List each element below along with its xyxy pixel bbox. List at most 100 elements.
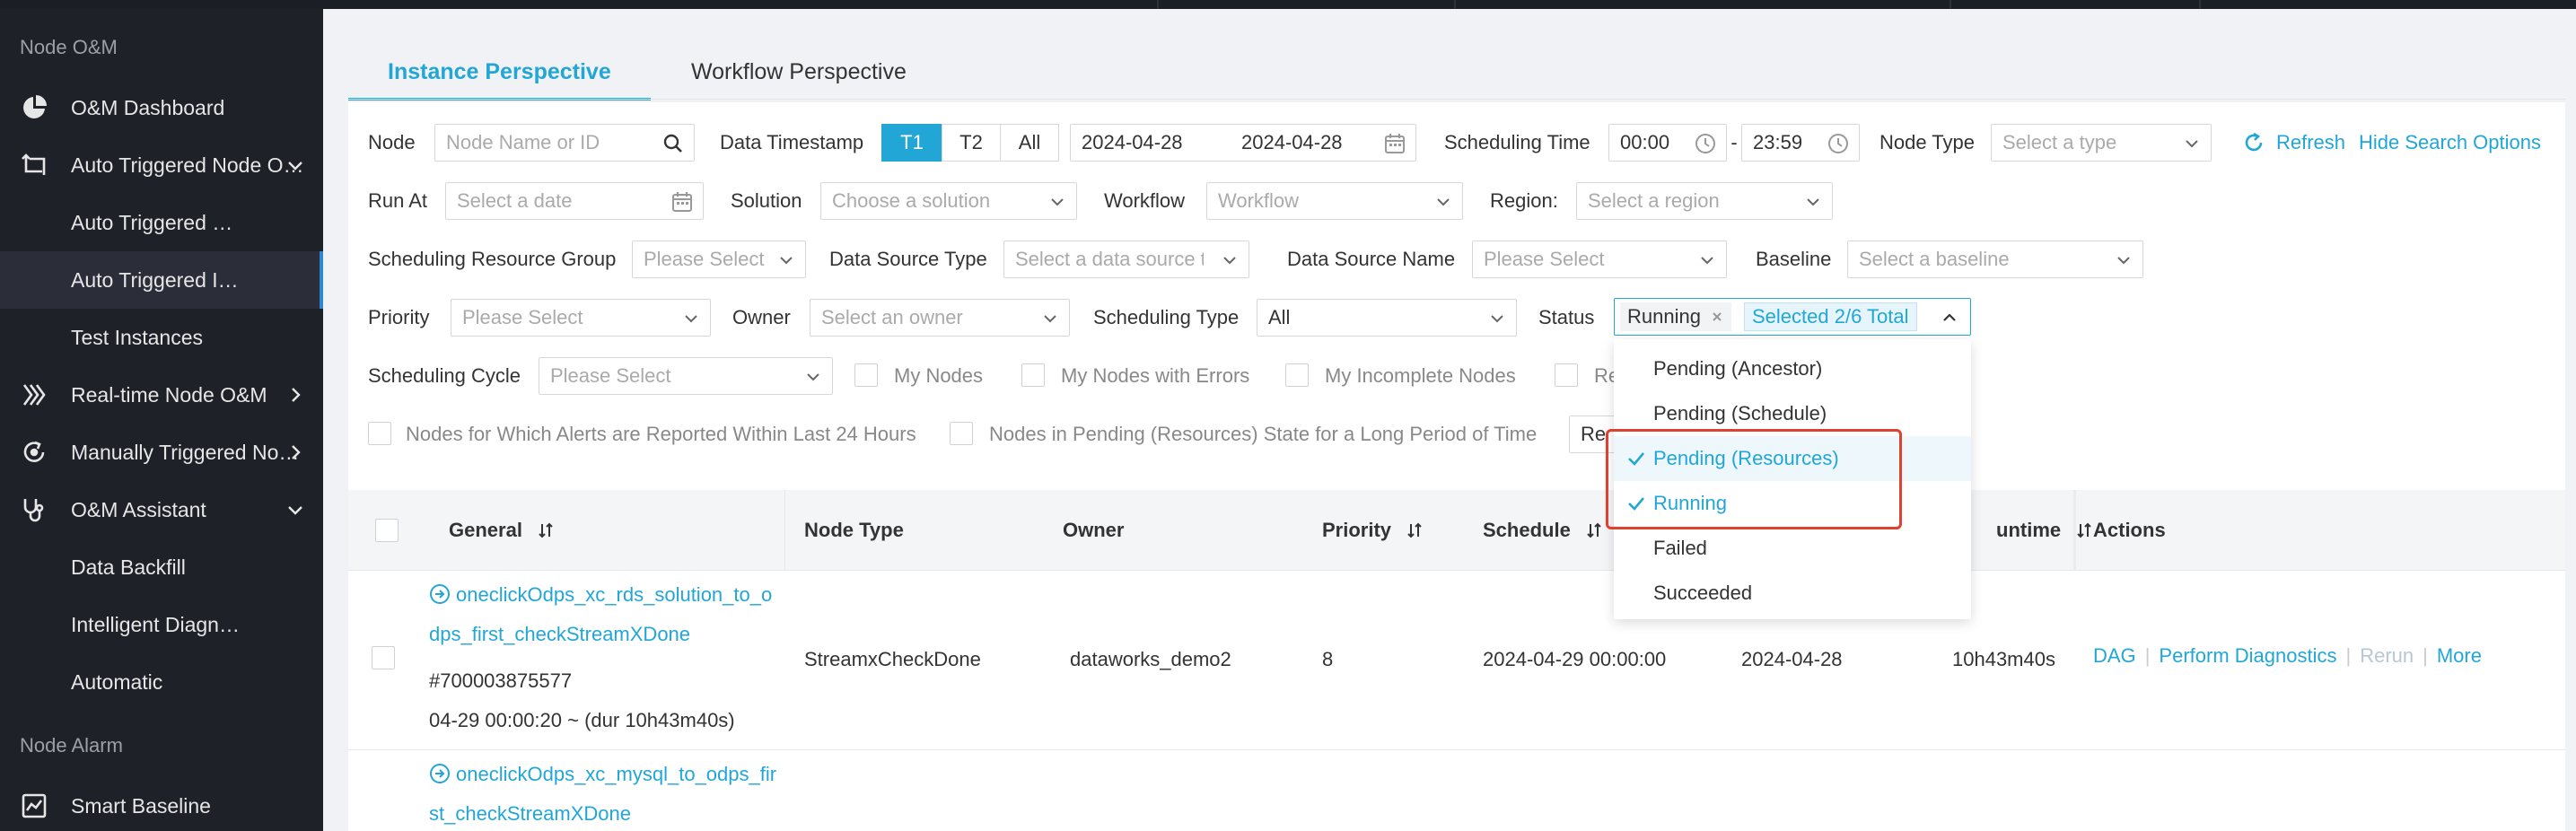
chevron-down-icon bbox=[1223, 257, 1236, 265]
column-priority[interactable]: Priority bbox=[1322, 519, 1424, 542]
column-schedule[interactable]: Schedule bbox=[1483, 519, 1603, 542]
run-at-date-picker[interactable]: Select a date bbox=[445, 182, 704, 220]
clock-icon bbox=[1695, 134, 1715, 153]
priority-label: Priority bbox=[368, 306, 430, 328]
status-option-failed[interactable]: Failed bbox=[1614, 526, 1971, 571]
instance-name-link[interactable]: oneclickOdps_xc_mysql_to_odps_fir bbox=[456, 763, 776, 786]
sidebar-item-intelligent-diagnosis[interactable]: Intelligent Diagn… bbox=[0, 596, 323, 653]
status-tag-running[interactable]: Running bbox=[1620, 302, 1731, 331]
scheduling-cycle-select[interactable]: Please Select bbox=[539, 357, 833, 395]
node-type-cell: StreamxCheckDone bbox=[804, 648, 981, 670]
sort-icon[interactable] bbox=[1406, 521, 1424, 539]
status-option-running[interactable]: Running bbox=[1614, 481, 1971, 526]
data-source-name-label: Data Source Name bbox=[1287, 248, 1456, 270]
region-select[interactable]: Select a region bbox=[1576, 182, 1833, 220]
instance-name-link-cont[interactable]: st_checkStreamXDone bbox=[429, 802, 631, 826]
owner-select[interactable]: Select an owner bbox=[810, 299, 1070, 337]
tab-instance-perspective[interactable]: Instance Perspective bbox=[348, 43, 651, 101]
sort-icon[interactable] bbox=[2075, 521, 2093, 539]
t1-toggle[interactable]: T1 bbox=[881, 124, 942, 162]
data-source-type-select[interactable]: Select a data source typ bbox=[1003, 241, 1249, 278]
sidebar-item-manually-triggered[interactable]: Manually Triggered No… bbox=[0, 424, 323, 481]
column-owner[interactable]: Owner bbox=[1063, 519, 1124, 542]
chevron-right-icon bbox=[292, 388, 301, 402]
owner-label: Owner bbox=[732, 306, 791, 328]
sidebar-item-data-backfill[interactable]: Data Backfill bbox=[0, 538, 323, 596]
data-source-name-select[interactable]: Please Select bbox=[1472, 241, 1727, 278]
sidebar-item-auto-triggered-nodes[interactable]: Auto Triggered … bbox=[0, 194, 323, 251]
scheduling-type-label: Scheduling Type bbox=[1093, 306, 1240, 328]
time-end-input[interactable]: 23:59 bbox=[1741, 124, 1860, 162]
priority-select[interactable]: Please Select bbox=[451, 299, 711, 337]
sort-icon[interactable] bbox=[537, 521, 555, 539]
status-option-label: Pending (Ancestor) bbox=[1653, 357, 1823, 380]
alerts-24h-label: Nodes for Which Alerts are Reported With… bbox=[406, 423, 916, 445]
table-header: General Node Type Owner Priority Schedul… bbox=[348, 490, 2565, 571]
sidebar-item-auto-triggered-node-om[interactable]: Auto Triggered Node O… bbox=[0, 136, 323, 194]
sidebar-item-label: Data Backfill bbox=[71, 555, 186, 579]
sidebar-item-test-instances[interactable]: Test Instances bbox=[0, 309, 323, 366]
row-checkbox[interactable] bbox=[372, 646, 395, 669]
sidebar-item-label: O&M Dashboard bbox=[71, 95, 225, 119]
my-nodes-checkbox[interactable] bbox=[854, 363, 878, 387]
my-incomplete-nodes-label: My Incomplete Nodes bbox=[1325, 364, 1516, 387]
status-option-pending-resources[interactable]: Pending (Resources) bbox=[1614, 436, 1971, 481]
scheduling-resource-group-select[interactable]: Please Select bbox=[632, 241, 806, 278]
instance-name-link-cont[interactable]: dps_first_checkStreamXDone bbox=[429, 623, 690, 646]
pending-long-checkbox[interactable] bbox=[950, 422, 973, 445]
run-at-placeholder: Select a date bbox=[457, 189, 573, 212]
status-selected-count: Selected 2/6 Total bbox=[1744, 302, 1917, 331]
more-link[interactable]: More bbox=[2437, 644, 2482, 667]
my-nodes-errors-checkbox[interactable] bbox=[1021, 363, 1045, 387]
workflow-label: Workflow bbox=[1104, 189, 1186, 212]
chevron-down-icon bbox=[1701, 257, 1713, 265]
top-bar-divider bbox=[1157, 0, 1159, 9]
column-node-type[interactable]: Node Type bbox=[804, 519, 904, 542]
close-icon[interactable] bbox=[1710, 310, 1724, 324]
chevron-up-icon bbox=[1943, 313, 1956, 321]
column-runtime[interactable]: untime bbox=[1996, 519, 2093, 542]
all-toggle[interactable]: All bbox=[1000, 124, 1059, 162]
sidebar-item-realtime-node-om[interactable]: Real-time Node O&M bbox=[0, 366, 323, 424]
re-checkbox[interactable] bbox=[1555, 363, 1578, 387]
refresh-icon[interactable] bbox=[2242, 131, 2265, 154]
date-end: 2024-04-28 bbox=[1241, 131, 1343, 153]
status-option-pending-schedule[interactable]: Pending (Schedule) bbox=[1614, 391, 1971, 436]
sidebar-item-label: Real-time Node O&M bbox=[71, 382, 267, 407]
sidebar-item-auto-triggered-instances[interactable]: Auto Triggered I… bbox=[0, 251, 323, 309]
perform-diagnostics-link[interactable]: Perform Diagnostics bbox=[2159, 644, 2336, 667]
status-option-pending-ancestor[interactable]: Pending (Ancestor) bbox=[1614, 346, 1971, 391]
column-general[interactable]: General bbox=[449, 519, 555, 542]
top-bar bbox=[0, 0, 2576, 9]
scheduling-type-select[interactable]: All bbox=[1257, 299, 1517, 337]
sidebar-item-om-dashboard[interactable]: O&M Dashboard bbox=[0, 79, 323, 136]
date-range-picker[interactable]: 2024-04-28 2024-04-28 bbox=[1070, 124, 1416, 162]
sort-icon[interactable] bbox=[1585, 521, 1603, 539]
tab-workflow-perspective[interactable]: Workflow Perspective bbox=[691, 43, 907, 101]
my-nodes-label: My Nodes bbox=[894, 364, 984, 387]
select-all-checkbox[interactable] bbox=[375, 519, 399, 542]
line-chart-icon bbox=[20, 792, 48, 820]
t2-toggle[interactable]: T2 bbox=[942, 124, 1001, 162]
hide-search-options-link[interactable]: Hide Search Options bbox=[2359, 131, 2541, 154]
dag-link[interactable]: DAG bbox=[2093, 644, 2136, 667]
workflow-select[interactable]: Workflow bbox=[1206, 182, 1463, 220]
node-type-select[interactable]: Select a type bbox=[1991, 124, 2212, 162]
stethoscope-icon bbox=[20, 495, 48, 524]
time-start-input[interactable]: 00:00 bbox=[1608, 124, 1727, 162]
instance-name-link[interactable]: oneclickOdps_xc_rds_solution_to_o bbox=[456, 583, 772, 607]
node-search-input[interactable]: Node Name or ID bbox=[434, 124, 695, 162]
my-incomplete-nodes-checkbox[interactable] bbox=[1285, 363, 1309, 387]
sidebar-item-smart-baseline[interactable]: Smart Baseline bbox=[0, 777, 323, 831]
sidebar-item-automatic[interactable]: Automatic bbox=[0, 653, 323, 711]
baseline-select[interactable]: Select a baseline bbox=[1847, 241, 2143, 278]
priority-cell: 8 bbox=[1322, 648, 1334, 670]
status-option-label: Running bbox=[1653, 492, 1727, 514]
solution-select[interactable]: Choose a solution bbox=[820, 182, 1077, 220]
status-select[interactable]: Running Selected 2/6 Total bbox=[1614, 298, 1971, 336]
search-icon[interactable] bbox=[662, 132, 685, 155]
refresh-button[interactable]: Refresh bbox=[2276, 131, 2345, 154]
status-option-succeeded[interactable]: Succeeded bbox=[1614, 571, 1971, 616]
alerts-24h-checkbox[interactable] bbox=[368, 422, 391, 445]
sidebar-item-om-assistant[interactable]: O&M Assistant bbox=[0, 481, 323, 538]
